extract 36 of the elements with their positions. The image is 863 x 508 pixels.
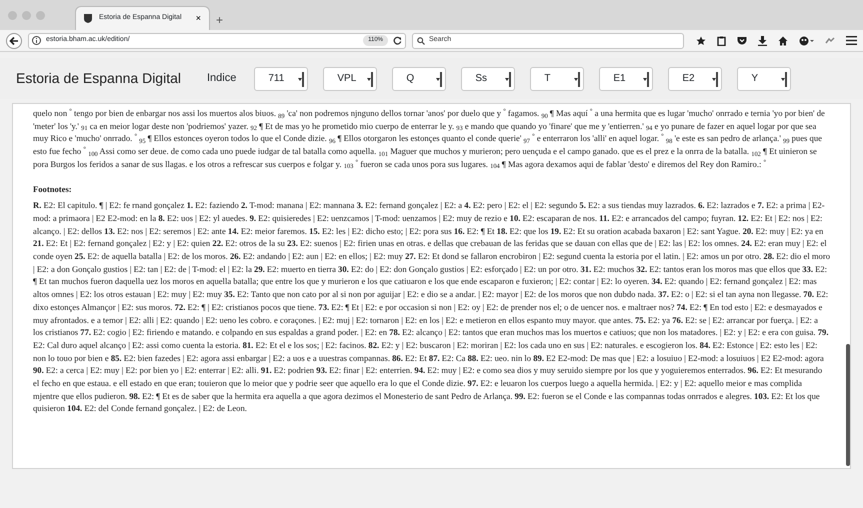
shield-icon [84,14,92,23]
back-icon[interactable] [6,32,22,48]
select-field[interactable]: T [530,66,584,90]
select-field[interactable]: 711 [254,66,308,90]
close-tab-button[interactable]: × [196,14,201,23]
caret-icon [298,78,302,80]
select-field[interactable]: E1 [599,66,654,90]
index-label: Indice [207,71,236,86]
menu-icon[interactable] [846,36,857,45]
caret-icon [436,78,440,80]
app-title[interactable]: Estoria de Espanna Digital [16,68,181,89]
select-field[interactable]: Y [737,66,792,90]
transcription-text: quelo non $^{°}$ tengo por bien de enbargar nos assi los muertos alos biuos. $_{89}$ 'ca' non podremos njnguno dellos tornar 'anos' por duelo que y $^{°}$ fagamos. $_{90}$ ¶ Mas aquí $^{°}$ a una hermita que es lugar 'mucho' onrrado e ternia 'yo por bien' de 'meter' los 'y.' $_{91}$ ca en meior logar deste non 'podriemos' yazer. $_{92}$ ¶ Et de mas yo he prometido mio cuerpo de enterrar le y. $_{93}$ e mando que quando yo 'finare' que me y 'entierren.' $_{94}$ e yo punare de fazer en aquel logar por que sea muy Rico e 'mucho' onrrado. $^{°}$ $_{95}$ ¶ Ellos estonces oyeron todos lo que el Conde dizie. $_{96}$ ¶ Ellos otorgaron les estonçes quanto el conde querie' $_{97}$ $^{°}$ e enterraron los 'alli' en aquel logar. $^{°}$ $_{98}$ 'e este es san pedro de arlança.' $_{99}$ pues que esto fue fecho $^{°}$ $_{100}$ Assi como ser deue. de como cada uno puede iudgar de tal batalla como aquella. $_{101}$ Maguer que muchos y murieron; pero uençuda e el campo ganado. que es el prez e la onrra de la batalla. $_{102}$ ¶ Et uinieron se pora Burgos los feridos a sanar de sus llagas. e los otros a refrescar sus cuerpos e folgar y. $_{103}$ $^{°}$ fueron se cada unos pora sus lugares. $_{104}$ ¶ Mas agora dexamos aqui de fablar 'desto' e diremos del Rey don Ramiro.: $^{°}$ [33,107,826,171]
select-field[interactable]: Ss [461,66,516,90]
footnotes-heading: Footnotes: [33,182,73,196]
pocket-icon[interactable] [737,36,747,45]
select-field[interactable]: Q [392,66,446,90]
caret-icon [643,78,648,80]
caret-icon [712,78,716,80]
select-field[interactable]: E2 [668,66,722,90]
home-icon[interactable] [778,36,788,46]
emoji-menu-icon[interactable] [799,36,814,46]
reload-icon[interactable] [393,36,402,45]
footnotes-text: R. E2: El capitulo. ¶ | E2: fe rnand gonçalez 1. E2: faziendo 2. T-mod: manana | E2: mannana 3. E2: fernand gonçalez | E2: a 4. E2: pero | E2: el | E2: segundo 5. E2: a sus tiendas muy lazrados. 6. E2: lazrados e 7. E2: a prima | E2-mod: a primaora | E2 E2-mod: en la 8. E2: uos | E2: yl auedes. 9. E2: quisieredes | E2: uenzcamos | T-mod: uenzamos | E2: muy de rezio e 10. E2: escaparan de nos. 11. E2: e arrancados del campo; fuyran. 12. E2: Et | E2: nos | E2: alcanço. | E2: dellos 13. E2: nos | E2: seremos | E2: ante 14. E2: meior faremos. 15. E2: les | E2: dicho esto; | E2: pora sus 16. E2: ¶ Et 18. E2: que los 19. E2: Et su oration acabada baxaron | E2: sant Yague. 20. E2: muy | E2: ya en 21. E2: Et | E2: fernand gonçalez | E2: y | E2: quien 22. E2: otros de la su 23. E2: suenos | E2: firien unas en otras. e dellas que crebauan de las feridas que se dauan con ellas que de | E2: las | E2: los omnes. 24. E2: eran muy | E2: el conde oyen 25. E2: de aquella batalla | E2: de los moros. 26. E2: andando | E2: aun | E2: en ellos; | E2: muy 27. E2: Et dond se fallaron encrobiron | E2: segund cuenta la estoria por el latin. | E2: amos un por otro. 28. E2: dio el moro | E2: a don Gonçalo gustios | E2: tan | E2: de | T-mod: el | E2: la 29. E2: muerto en tierra 30. E2: do | E2: don Gonçalo gustios | E2: esforçado | E2: un por otro. 31. E2: muchos 32. E2: tantos eran los moros mas que ellos que 33. E2: ¶ Et tan muchos fueron daquella uez los moros en aquella batalla; que entre los que y murieron e los que catiuaron e los que ende escaparon e fuxieron; | E2: contar | E2: lo oyeren. 34. E2: quando | E2: fernand gonçalez | E2: mas altos omnes | E2: los otros estauan | E2: muy | E2: muy 35. E2: Tanto que non cato por al si non por aguijar | E2: e dio se a andar. | E2: mayor | E2: de los moros que non dubdo nada. 37. E2: o | E2: si el tan ayna non llegasse. 70. E2: dixo estonçes Almançor | E2: sus moros. 72. E2: ¶ | E2: cristianos pocos que tiene. 73. E2: ¶ Et | E2: e por occasion si non | E2: oy | E2: de prender nos el; o de uencer nos. e maltraer nos? 74. E2: ¶ En tod esto | E2: e desmayados e muy afrontados. e a temor | E2: alli | E2: quando | E2: ueno les cobro. e coraçones. | E2: muj | E2: tornaron | E2: en los | E2: e metieron en ellos espanto muy mayor. que antes. 75. E2: ya 76. E2: se | E2: arrancar por fuerça. | E2: a los cristianos 77. E2: cogio | E2: firiendo e matando. e colpando en sus espaldas a grand poder. | E2: en 78. E2: alcanço | E2: tantos que eran muchos mas los muertos e catiuos; que non los matadores. | E2: y | E2: e era con guisa. 79. E2: Cal duro aquel alcanço | E2: assi como cuenta la estoria. 81. E2: Et el e los sos; | E2: facinos. 82. E2: y | E2: buscaron | E2: moriran | E2: los cada uno en sus | E2: naturales. e escogieron los. 84. E2: Estonce | E2: esto les | E2: non lo touo por bien e 85. E2: bien fazedes | E2: agora assi enbargar | E2: a uos e a uuestras compannas. 86. E2: Et 87. E2: Ca 88. E2: ueo. nin lo 89. E2 E2-mod: De mas que | E2: a losuiuo | E2-mod: a losuiuos | E2 E2-mod: agora 90. E2: a cerca | E2: muy | E2: por bien yo | E2: enterrar | E2: alli. 91. E2: podrien 93. E2: finar | E2: enterrien. 94. E2: muy | E2: e como sea dios y muy seruido siempre por los que y yoguieremos enterrados. 96. E2: Et mesurando el fecho en que estaua. e ell estado en que eran; touieron que lo meior que y podrie seer que aquello era lo que el Conde dizie. 97. E2: e leuaron los cuerpos luego a aquella hermida. | E2: y | E2: aquello meior e mas complida mjentre que ellos pudieron. 98. E2: ¶ Et es de saber que la hermita era aquella a que agora dezimos el Monesterio de sant Pedro de Arlança. 99. E2: fueron se el Conde e las compannas todas onrrados e alegres. 103. E2: Et los que quisieron 104. E2: del Conde fernand gonçalez. | E2: de Leon. [33,199,830,416]
search-icon [417,36,425,44]
clipboard-icon[interactable] [717,36,726,46]
caret-icon [574,78,578,80]
select-field[interactable]: VPL [323,66,378,90]
download-icon[interactable] [758,36,767,46]
new-tab-button[interactable]: + [216,14,224,30]
caret-icon [781,78,786,80]
star-icon[interactable] [696,36,706,46]
caret-icon [367,78,372,80]
info-icon [32,36,41,45]
scrollbar-thumb[interactable] [846,344,850,466]
caret-icon [505,78,510,80]
